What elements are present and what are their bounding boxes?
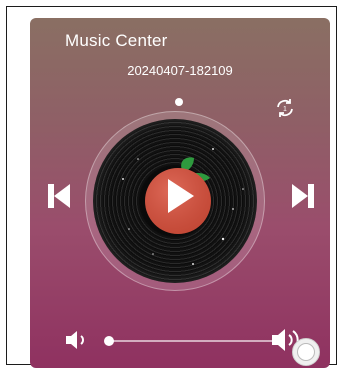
music-player-card: Music Center 20240407-182109 1 [30, 18, 330, 368]
track-name: 20240407-182109 [127, 63, 233, 78]
progress-indicator[interactable] [175, 98, 183, 106]
skip-previous-icon [48, 184, 70, 208]
skip-next-icon [292, 184, 314, 208]
play-button[interactable] [142, 161, 212, 231]
volume-down-icon [66, 331, 84, 349]
previous-button[interactable] [46, 181, 72, 211]
app-title: Music Center [65, 31, 168, 50]
repeat-icon[interactable]: 1 [273, 96, 297, 120]
play-icon [168, 179, 194, 213]
volume-slider-track [108, 340, 276, 342]
next-button[interactable] [290, 181, 316, 211]
floating-assist-button[interactable] [292, 338, 320, 366]
svg-text:1: 1 [283, 106, 287, 113]
volume-slider-thumb[interactable] [104, 336, 114, 346]
floating-assist-inner [297, 343, 315, 361]
volume-down-button[interactable] [64, 329, 90, 351]
volume-slider[interactable] [104, 336, 276, 346]
